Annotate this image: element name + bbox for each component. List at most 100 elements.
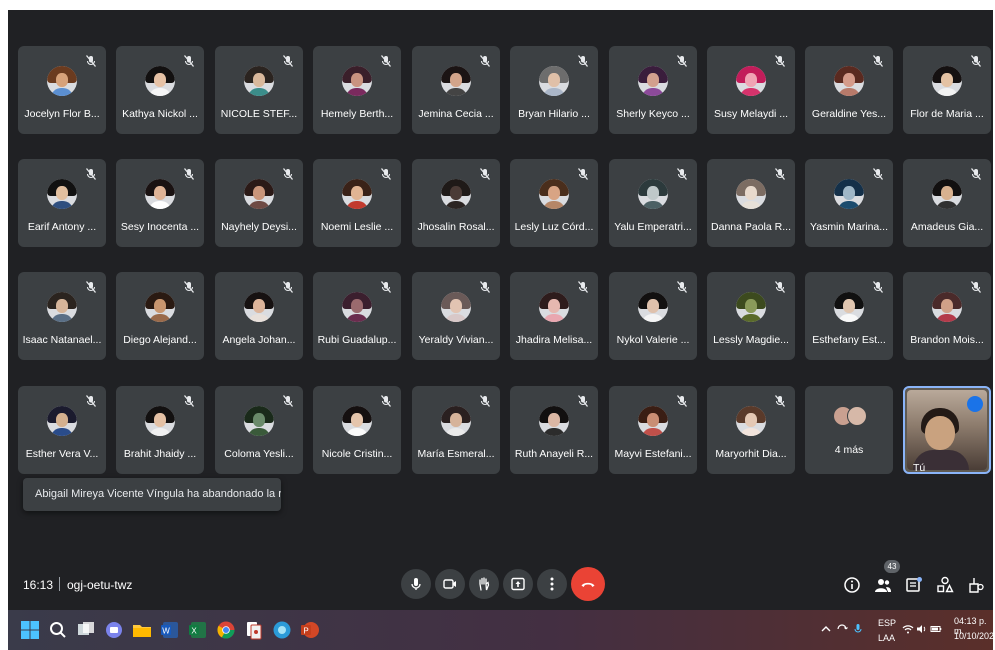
solitaire-icon[interactable] <box>244 620 264 640</box>
edge-icon[interactable] <box>272 620 292 640</box>
participant-tile[interactable]: Esthefany Est... <box>805 272 893 360</box>
participant-tile[interactable]: Amadeus Gia... <box>903 159 991 247</box>
participant-tile[interactable]: Susy Melaydi ... <box>707 46 795 134</box>
self-video-tile[interactable]: Tú <box>903 386 991 474</box>
meeting-info-icon[interactable] <box>843 576 861 594</box>
participant-tile[interactable]: Angela Johan... <box>215 272 303 360</box>
more-participants-tile[interactable]: 4 más <box>805 386 893 474</box>
participant-tile[interactable]: Kathya Nickol ... <box>116 46 204 134</box>
task-view-icon[interactable] <box>76 620 96 640</box>
mic-off-icon <box>675 167 689 181</box>
keyboard-layout[interactable]: LAA <box>878 633 895 643</box>
participant-tile[interactable]: Coloma Yesli... <box>215 386 303 474</box>
participant-tile[interactable]: Nayhely Deysi... <box>215 159 303 247</box>
chevron-up-icon[interactable] <box>820 623 832 635</box>
participant-tile[interactable]: Isaac Natanael... <box>18 272 106 360</box>
search-icon[interactable] <box>48 620 68 640</box>
windows-start-icon[interactable] <box>20 620 40 640</box>
mic-off-icon <box>379 280 393 294</box>
participant-name: Noemi Leslie ... <box>320 221 394 233</box>
participant-tile[interactable]: Flor de Maria ... <box>903 46 991 134</box>
avatar <box>342 292 372 322</box>
participant-tile[interactable]: Sherly Keyco ... <box>609 46 697 134</box>
avatar <box>342 406 372 436</box>
avatar <box>638 66 668 96</box>
participant-tile[interactable]: Ruth Anayeli R... <box>510 386 598 474</box>
windows-taskbar: W X P ESP LAA 04:13 p. m. 10/10/2022 <box>8 610 995 650</box>
teams-chat-icon[interactable] <box>104 620 124 640</box>
participant-tile[interactable]: Noemi Leslie ... <box>313 159 401 247</box>
mic-off-icon <box>969 54 983 68</box>
participant-tile[interactable]: Brahit Jhaidy ... <box>116 386 204 474</box>
raise-hand-button[interactable] <box>469 569 499 599</box>
participant-tile[interactable]: Yeraldy Vivian... <box>412 272 500 360</box>
mic-off-icon <box>773 280 787 294</box>
participant-tile[interactable]: Yasmin Marina... <box>805 159 893 247</box>
participant-name: Geraldine Yes... <box>811 108 887 120</box>
participant-tile[interactable]: Esther Vera V... <box>18 386 106 474</box>
participant-name: Isaac Natanael... <box>22 334 102 346</box>
participant-tile[interactable]: Brandon Mois... <box>903 272 991 360</box>
excel-icon[interactable]: X <box>188 620 208 640</box>
participant-tile[interactable]: Jocelyn Flor B... <box>18 46 106 134</box>
participant-tile[interactable]: Nicole Cristin... <box>313 386 401 474</box>
meeting-code[interactable]: ogj-oetu-twz <box>67 578 132 592</box>
participant-tile[interactable]: Lesly Luz Córd... <box>510 159 598 247</box>
activities-icon[interactable] <box>936 576 954 594</box>
sync-icon[interactable] <box>836 623 848 635</box>
participant-tile[interactable]: Rubi Guadalup... <box>313 272 401 360</box>
participant-tile[interactable]: Mayvi Estefani... <box>609 386 697 474</box>
file-explorer-icon[interactable] <box>132 620 152 640</box>
leave-call-button[interactable] <box>571 567 605 601</box>
mic-off-icon <box>871 167 885 181</box>
participant-tile[interactable]: Danna Paola R... <box>707 159 795 247</box>
keyboard-language[interactable]: ESP <box>878 618 896 628</box>
mic-button[interactable] <box>401 569 431 599</box>
participant-name: Jocelyn Flor B... <box>24 108 100 120</box>
mic-off-icon <box>871 280 885 294</box>
participant-tile[interactable]: Jhadira Melisa... <box>510 272 598 360</box>
avatar <box>342 66 372 96</box>
participant-tile[interactable]: Sesy Inocenta ... <box>116 159 204 247</box>
participant-tile[interactable]: Jhosalin Rosal... <box>412 159 500 247</box>
participant-tile[interactable]: NICOLE STEF... <box>215 46 303 134</box>
participant-tile[interactable]: Geraldine Yes... <box>805 46 893 134</box>
taskbar-date[interactable]: 10/10/2022 <box>954 631 995 641</box>
participant-tile[interactable]: Yalu Emperatri... <box>609 159 697 247</box>
participant-name: Brahit Jhaidy ... <box>123 448 197 460</box>
participant-name: Danna Paola R... <box>711 221 791 233</box>
participant-tile[interactable]: María Esmeral... <box>412 386 500 474</box>
participant-tile[interactable]: Earif Antony ... <box>18 159 106 247</box>
people-icon[interactable] <box>874 576 892 594</box>
present-button[interactable] <box>503 569 533 599</box>
powerpoint-icon[interactable]: P <box>300 620 320 640</box>
participant-name: Lesly Luz Córd... <box>514 221 594 233</box>
participant-tile[interactable]: Maryorhit Dia... <box>707 386 795 474</box>
mic-off-icon <box>576 280 590 294</box>
participant-tile[interactable]: Jemina Cecia ... <box>412 46 500 134</box>
meeting-clock: 16:13 <box>23 578 54 592</box>
avatar <box>145 406 175 436</box>
camera-button[interactable] <box>435 569 465 599</box>
wifi-icon[interactable] <box>902 623 914 635</box>
hang-up-icon <box>581 582 595 587</box>
participant-tile[interactable]: Diego Alejand... <box>116 272 204 360</box>
more-options-button[interactable] <box>537 569 567 599</box>
meet-window: Jocelyn Flor B... Kathya Nickol ... NICOLE… <box>8 10 993 610</box>
participant-tile[interactable]: Hemely Berth... <box>313 46 401 134</box>
chat-icon[interactable] <box>905 576 923 594</box>
participant-tile[interactable]: Nykol Valerie ... <box>609 272 697 360</box>
leave-notification: Abigail Mireya Vicente Víngula ha abando… <box>23 478 281 511</box>
microphone-tray-icon[interactable] <box>852 623 864 635</box>
mic-off-icon <box>576 54 590 68</box>
mic-off-icon <box>478 394 492 408</box>
chrome-icon[interactable] <box>216 620 236 640</box>
host-controls-icon[interactable] <box>967 576 985 594</box>
battery-icon[interactable] <box>930 623 942 635</box>
word-icon[interactable]: W <box>160 620 180 640</box>
participant-name: Sesy Inocenta ... <box>120 221 200 233</box>
avatar <box>244 66 274 96</box>
participant-tile[interactable]: Lessly Magdie... <box>707 272 795 360</box>
participant-tile[interactable]: Bryan Hilario ... <box>510 46 598 134</box>
volume-icon[interactable] <box>916 623 928 635</box>
